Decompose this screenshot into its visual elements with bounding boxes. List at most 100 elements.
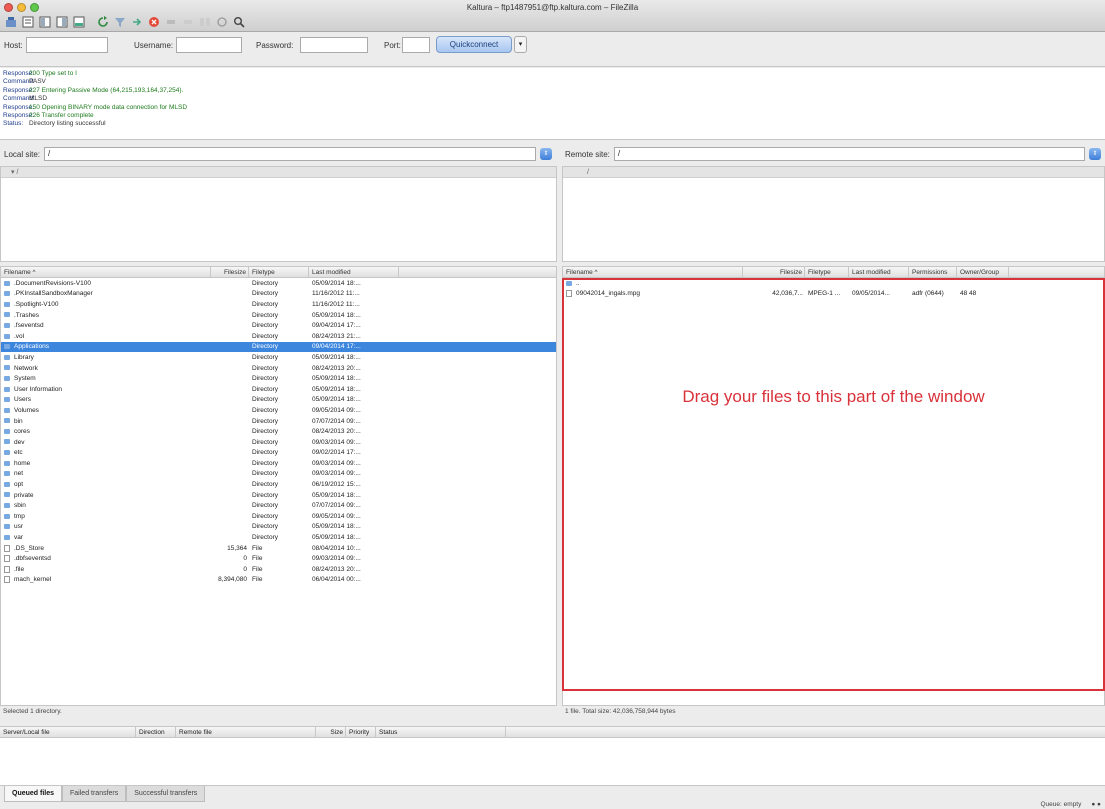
table-row[interactable]: .Trashes Directory 05/09/2014 18:... [1, 310, 556, 321]
table-row[interactable]: System Directory 05/09/2014 18:... [1, 373, 556, 384]
table-row[interactable]: .fseventsd Directory 09/04/2014 17:... [1, 320, 556, 331]
file-name-cell: System [1, 375, 211, 382]
tab-failed-transfers[interactable]: Failed transfers [62, 786, 127, 802]
table-row[interactable]: User Information Directory 05/09/2014 18:.… [1, 384, 556, 395]
transfer-queue[interactable]: Server/Local file Direction Remote file … [0, 726, 1105, 786]
table-row[interactable]: private Directory 05/09/2014 18:... [1, 490, 556, 501]
quickconnect-button[interactable]: Quickconnect [436, 36, 512, 53]
tab-successful-transfers[interactable]: Successful transfers [126, 786, 206, 802]
column-status[interactable]: Status [376, 727, 506, 737]
local-file-list[interactable]: Filename ^ Filesize Filetype Last modifi… [0, 266, 557, 706]
file-type: Directory [252, 279, 279, 287]
table-row[interactable]: etc Directory 09/02/2014 17:... [1, 448, 556, 459]
column-owner-group[interactable]: Owner/Group [957, 267, 1009, 277]
reconnect-icon[interactable] [181, 15, 195, 29]
file-name-cell: var [1, 534, 211, 541]
table-row[interactable]: Applications Directory 09/04/2014 17:... [1, 341, 556, 353]
file-name-cell: .DocumentRevisions-V100 [1, 280, 211, 287]
column-permissions[interactable]: Permissions [909, 267, 957, 277]
file-name: sbin [14, 502, 26, 510]
column-direction[interactable]: Direction [136, 727, 176, 737]
tab-queued-files[interactable]: Queued files [4, 786, 63, 802]
table-row[interactable]: usr Directory 05/09/2014 18:... [1, 522, 556, 533]
table-row[interactable]: .file 0 File 08/24/2013 20:... [1, 564, 556, 575]
file-name-cell: sbin [1, 502, 211, 509]
file-name-cell: .PKInstallSandboxManager [1, 290, 211, 297]
column-server-local-file[interactable]: Server/Local file [0, 727, 136, 737]
local-rows: .DocumentRevisions-V100 Directory 05/09/20… [1, 278, 556, 585]
column-last-modified[interactable]: Last modified [309, 267, 399, 277]
cancel-icon[interactable] [147, 15, 161, 29]
remote-list-header: Filename ^ Filesize Filetype Last modifi… [563, 267, 1104, 278]
sync-browse-icon[interactable] [215, 15, 229, 29]
local-directory-tree[interactable]: ▾ / [0, 166, 557, 262]
folder-icon [4, 354, 10, 360]
column-filesize[interactable]: Filesize [211, 267, 249, 277]
table-row[interactable]: dev Directory 09/03/2014 09:... [1, 437, 556, 448]
table-row[interactable]: bin Directory 07/07/2014 09:... [1, 416, 556, 427]
quickconnect-history-dropdown[interactable]: ▾ [514, 36, 527, 53]
table-row[interactable]: .vol Directory 08/24/2013 21:... [1, 331, 556, 342]
table-row[interactable]: .PKInstallSandboxManager Directory 11/16/2… [1, 289, 556, 300]
folder-icon [4, 418, 10, 424]
column-filename[interactable]: Filename ^ [563, 267, 743, 277]
column-filename[interactable]: Filename ^ [1, 267, 211, 277]
local-site-dropdown-icon[interactable]: ⇕ [540, 148, 552, 160]
column-filetype[interactable]: Filetype [805, 267, 849, 277]
remote-site-input[interactable]: / [613, 147, 1085, 161]
table-row[interactable]: .Spotlight-V100 Directory 11/16/2012 11:..… [1, 299, 556, 310]
table-row[interactable]: mach_kernel 8,394,080 File 06/04/2014 00:..… [1, 575, 556, 586]
message-log[interactable]: Response:200 Type set to I Command:PASV … [0, 68, 1105, 140]
table-row[interactable]: .dbfseventsd 0 File 09/03/2014 09:... [1, 553, 556, 564]
table-row[interactable]: home Directory 09/03/2014 09:... [1, 458, 556, 469]
table-row[interactable]: tmp Directory 09/05/2014 09:... [1, 511, 556, 522]
disconnect-icon[interactable] [164, 15, 178, 29]
site-manager-icon[interactable] [4, 15, 18, 29]
column-remote-file[interactable]: Remote file [176, 727, 316, 737]
log-message: 226 Transfer complete [29, 111, 94, 119]
file-modified: 09/02/2014 17:... [312, 449, 361, 457]
remote-tree-icon[interactable] [55, 15, 69, 29]
port-input[interactable] [402, 37, 430, 53]
table-row[interactable]: .DocumentRevisions-V100 Directory 05/09/20… [1, 278, 556, 289]
compare-icon[interactable] [198, 15, 212, 29]
password-input[interactable] [300, 37, 368, 53]
column-priority[interactable]: Priority [346, 727, 376, 737]
refresh-icon[interactable] [96, 15, 110, 29]
queue-icon[interactable] [72, 15, 86, 29]
file-name: .PKInstallSandboxManager [14, 290, 93, 298]
column-filesize[interactable]: Filesize [743, 267, 805, 277]
remote-tree-root[interactable]: / [563, 167, 1104, 178]
host-input[interactable] [26, 37, 108, 53]
remote-directory-tree[interactable]: / [562, 166, 1105, 262]
file-name-cell: Library [1, 354, 211, 361]
local-tree-icon[interactable] [38, 15, 52, 29]
table-row[interactable]: Volumes Directory 09/05/2014 09:... [1, 405, 556, 416]
remote-site-dropdown-icon[interactable]: ⇕ [1089, 148, 1101, 160]
local-site-input[interactable]: / [44, 147, 536, 161]
table-row[interactable]: cores Directory 08/24/2013 20:... [1, 426, 556, 437]
file-modified: 05/09/2014 18:... [312, 375, 361, 383]
table-row[interactable]: net Directory 09/03/2014 09:... [1, 469, 556, 480]
table-row[interactable]: Network Directory 08/24/2013 20:... [1, 363, 556, 374]
search-icon[interactable] [232, 15, 246, 29]
table-row[interactable]: Users Directory 05/09/2014 18:... [1, 395, 556, 406]
column-size[interactable]: Size [316, 727, 346, 737]
table-row[interactable]: sbin Directory 07/07/2014 09:... [1, 500, 556, 511]
table-row[interactable]: opt Directory 06/19/2012 15:... [1, 479, 556, 490]
table-row[interactable]: .DS_Store 15,364 File 08/04/2014 10:... [1, 543, 556, 554]
username-input[interactable] [176, 37, 242, 53]
local-list-header: Filename ^ Filesize Filetype Last modifi… [1, 267, 556, 278]
folder-icon [4, 439, 10, 445]
process-queue-icon[interactable] [130, 15, 144, 29]
local-site-bar: Local site: / ⇕ [0, 143, 556, 165]
file-name: cores [14, 428, 30, 436]
table-row[interactable]: var Directory 05/09/2014 18:... [1, 532, 556, 543]
local-tree-root[interactable]: ▾ / [1, 167, 556, 178]
filter-icon[interactable] [113, 15, 127, 29]
message-log-icon[interactable] [21, 15, 35, 29]
column-filetype[interactable]: Filetype [249, 267, 309, 277]
folder-icon [4, 503, 10, 509]
column-last-modified[interactable]: Last modified [849, 267, 909, 277]
table-row[interactable]: Library Directory 05/09/2014 18:... [1, 352, 556, 363]
